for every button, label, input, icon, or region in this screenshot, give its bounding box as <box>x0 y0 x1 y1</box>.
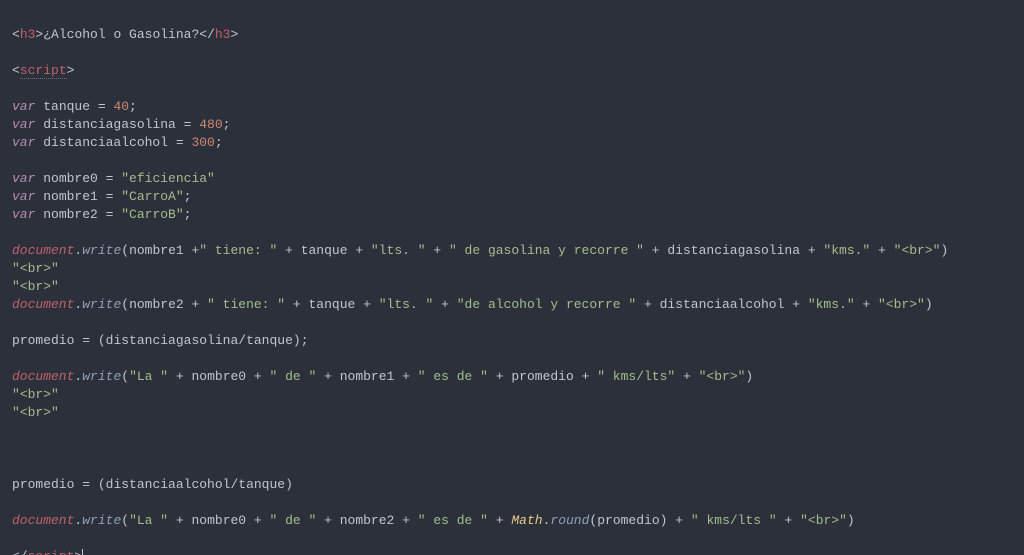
text-cursor <box>82 549 83 555</box>
code-line: "<br>" <box>12 261 59 276</box>
code-line: document.write("La " + nombre0 + " de " … <box>12 369 753 384</box>
code-line: var nombre1 = "CarroA"; <box>12 189 191 204</box>
code-line: promedio = (distanciagasolina/tanque); <box>12 333 309 348</box>
code-line: document.write(nombre1 +" tiene: " + tan… <box>12 243 948 258</box>
code-line: "<br>" <box>12 387 59 402</box>
code-line: var distanciagasolina = 480; <box>12 117 230 132</box>
code-line: var distanciaalcohol = 300; <box>12 135 223 150</box>
code-line: var tanque = 40; <box>12 99 137 114</box>
code-line: </script> <box>12 549 83 555</box>
code-editor[interactable]: <h3>¿Alcohol o Gasolina?</h3> <script> v… <box>0 0 1024 555</box>
code-line: document.write(nombre2 + " tiene: " + ta… <box>12 297 933 312</box>
code-line: "<br>" <box>12 279 59 294</box>
code-line: var nombre0 = "eficiencia" <box>12 171 215 186</box>
code-line: <script> <box>12 63 74 79</box>
code-line: var nombre2 = "CarroB"; <box>12 207 191 222</box>
code-line: promedio = (distanciaalcohol/tanque) <box>12 477 293 492</box>
code-line: <h3>¿Alcohol o Gasolina?</h3> <box>12 27 238 42</box>
code-line: "<br>" <box>12 405 59 420</box>
code-line: document.write("La " + nombre0 + " de " … <box>12 513 855 528</box>
